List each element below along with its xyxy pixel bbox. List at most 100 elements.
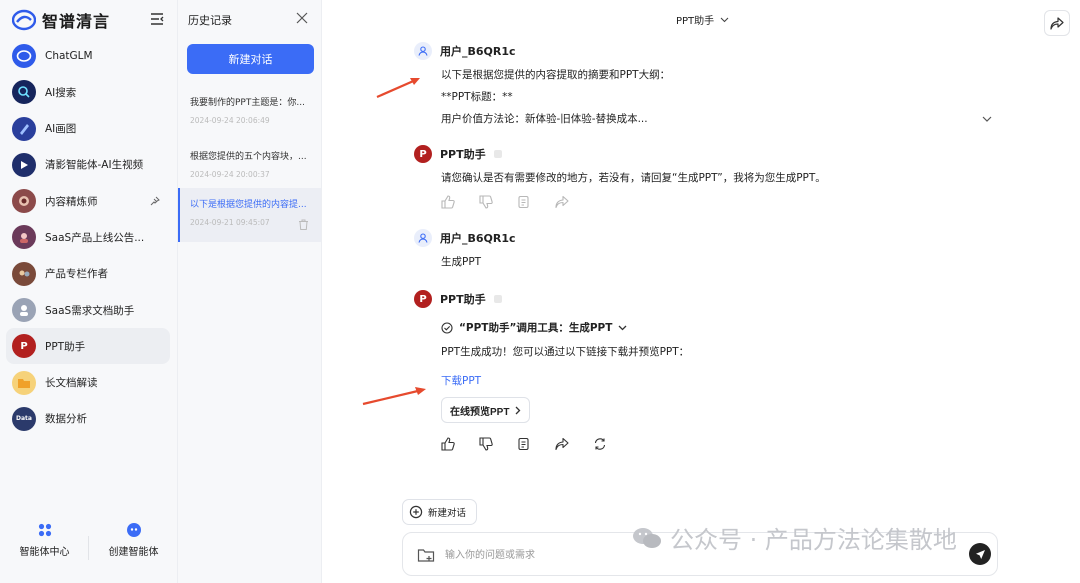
agent-center-label: 智能体中心 xyxy=(19,547,70,558)
thumbs-up-icon[interactable] xyxy=(441,437,455,451)
download-ppt-link[interactable]: 下载PPT xyxy=(441,373,1014,388)
copy-icon[interactable] xyxy=(517,437,531,451)
history-item[interactable]: 我要制作的PPT主题是：你... 2024-09-24 20:06:49 xyxy=(178,86,321,140)
nav-item-ppt-assistant[interactable]: P PPT助手 xyxy=(6,328,170,365)
close-icon[interactable] xyxy=(296,12,308,24)
message-actions xyxy=(441,195,1014,209)
ai-search-avatar-icon xyxy=(12,80,36,105)
preview-ppt-label: 在线预览PPT xyxy=(450,406,510,418)
nav-item-product-columnist[interactable]: 产品专栏作者 xyxy=(6,256,170,292)
sidebar-bottom: 智能体中心 创建智能体 xyxy=(0,522,178,562)
grid-icon xyxy=(38,523,51,537)
send-icon xyxy=(975,549,985,559)
upload-folder-icon[interactable] xyxy=(417,546,435,564)
history-panel: 历史记录 新建对话 我要制作的PPT主题是：你... 2024-09-24 20… xyxy=(178,0,322,583)
annotation-arrow-icon xyxy=(376,77,420,99)
history-item-active[interactable]: 以下是根据您提供的内容提... 2024-09-21 09:45:07 xyxy=(178,188,321,242)
app-root: 智谱清言 ChatGLM AI搜索 AI画图 清影智能体-AI生视频 内容精炼师… xyxy=(0,0,1080,583)
assistant-switcher[interactable]: PPT助手 xyxy=(676,12,729,27)
new-chat-button[interactable]: 新建对话 xyxy=(187,44,314,74)
tool-call-status[interactable]: “PPT助手”调用工具：生成PPT xyxy=(441,320,1014,335)
watermark-text: 公众号 · 产品方法论集散地 xyxy=(670,526,957,554)
user-avatar-icon xyxy=(414,42,432,60)
share-icon xyxy=(1050,16,1064,30)
user-avatar-icon xyxy=(414,229,432,247)
history-item-text: 我要制作的PPT主题是：你... xyxy=(190,98,305,108)
nav-item-ai-draw[interactable]: AI画图 xyxy=(6,111,170,147)
tool-call-text: “PPT助手”调用工具：生成PPT xyxy=(459,322,613,334)
nav-label: AI画图 xyxy=(45,123,77,136)
agent-badge-icon xyxy=(493,150,502,158)
brand-name: 智谱清言 xyxy=(42,12,111,31)
nav-item-ai-search[interactable]: AI搜索 xyxy=(6,74,170,110)
nav-label: ChatGLM xyxy=(45,50,93,62)
thumbs-up-icon[interactable] xyxy=(441,195,455,209)
zhipu-logo-icon xyxy=(12,9,36,31)
chatglm-avatar-icon xyxy=(12,44,36,68)
sender-name: PPT助手 xyxy=(440,148,486,161)
new-conversation-button[interactable]: 新建对话 xyxy=(402,499,478,525)
assistant-message: P PPT助手 “PPT助手”调用工具：生成PPT PPT生成成功！您可以通过以… xyxy=(414,290,1014,451)
chat-main: PPT助手 用户_B6QR1c 以下是根据您提供的内容提取的摘要和PPT大纲： … xyxy=(322,0,1080,583)
new-conversation-label: 新建对话 xyxy=(428,508,467,519)
agent-list: ChatGLM AI搜索 AI画图 清影智能体-AI生视频 内容精炼师 SaaS… xyxy=(6,38,170,437)
nav-label: 数据分析 xyxy=(45,413,87,426)
nav-item-saas-announcement[interactable]: SaaS产品上线公告... xyxy=(6,219,170,255)
share-button[interactable] xyxy=(1044,10,1070,36)
regenerate-icon[interactable] xyxy=(593,437,607,451)
ai-draw-avatar-icon xyxy=(12,116,36,141)
brand[interactable]: 智谱清言 xyxy=(12,8,110,32)
nav-item-saas-requirement-doc[interactable]: SaaS需求文档助手 xyxy=(6,292,170,328)
nav-item-content-refiner[interactable]: 内容精炼师 xyxy=(6,183,170,219)
sender-name: 用户_B6QR1c xyxy=(440,232,516,245)
robot-icon xyxy=(126,523,141,537)
preview-row: 在线预览PPT xyxy=(414,397,1014,423)
ppt-assistant-avatar-icon: P xyxy=(12,334,36,359)
copy-icon[interactable] xyxy=(517,195,531,209)
share-icon[interactable] xyxy=(555,195,569,209)
chat-topbar: PPT助手 xyxy=(322,0,1080,36)
message-body: 请您确认是否有需要修改的地方，若没有，请回复“生成PPT”，我将为您生成PPT。 xyxy=(441,172,826,184)
expand-chevron-icon[interactable] xyxy=(980,112,994,126)
history-item-text: 以下是根据您提供的内容提... xyxy=(190,200,307,210)
divider xyxy=(88,536,89,560)
chevron-down-icon xyxy=(618,325,627,330)
nav-item-chatglm[interactable]: ChatGLM xyxy=(6,38,170,74)
assistant-title: PPT助手 xyxy=(676,16,715,27)
nav-label: PPT助手 xyxy=(45,340,86,353)
ppt-avatar-icon: P xyxy=(414,145,432,163)
user-message: 用户_B6QR1c 生成PPT xyxy=(414,229,1014,273)
message-actions xyxy=(441,437,1014,451)
share-icon[interactable] xyxy=(555,437,569,451)
thumbs-down-icon[interactable] xyxy=(479,195,493,209)
nav-item-data-analysis[interactable]: Data 数据分析 xyxy=(6,401,170,437)
history-item-time: 2024-09-24 20:00:37 xyxy=(190,170,270,179)
thumbs-down-icon[interactable] xyxy=(479,437,493,451)
sender-name: 用户_B6QR1c xyxy=(440,45,516,58)
watermark: 公众号 · 产品方法论集散地 xyxy=(632,520,957,555)
check-circle-icon xyxy=(441,321,453,334)
wechat-icon xyxy=(633,527,661,548)
collapse-sidebar-icon[interactable] xyxy=(150,12,164,26)
ppt-avatar-icon: P xyxy=(414,290,432,308)
product-columnist-avatar-icon xyxy=(12,261,36,286)
long-doc-avatar-icon xyxy=(12,370,36,395)
message-body: 生成PPT xyxy=(441,256,482,268)
agent-center-button[interactable]: 智能体中心 xyxy=(0,522,89,562)
nav-item-long-doc[interactable]: 长文档解读 xyxy=(6,365,170,401)
trash-icon[interactable] xyxy=(298,219,309,230)
preview-ppt-button[interactable]: 在线预览PPT xyxy=(441,397,531,423)
chevron-right-icon xyxy=(515,406,521,414)
pin-icon[interactable] xyxy=(150,196,160,206)
message-line: 以下是根据您提供的内容提取的摘要和PPT大纲： xyxy=(441,69,671,81)
saas-doc-avatar-icon xyxy=(12,298,36,323)
message-body: PPT生成成功！您可以通过以下链接下载并预览PPT： xyxy=(441,346,690,358)
create-agent-label: 创建智能体 xyxy=(108,547,159,558)
nav-item-qingying-video[interactable]: 清影智能体-AI生视频 xyxy=(6,147,170,183)
agent-badge-icon xyxy=(493,295,502,303)
nav-label: 产品专栏作者 xyxy=(45,268,108,281)
send-button[interactable] xyxy=(969,543,991,565)
create-agent-button[interactable]: 创建智能体 xyxy=(89,522,178,562)
history-item-time: 2024-09-24 20:06:49 xyxy=(190,116,270,125)
history-item[interactable]: 根据您提供的五个内容块，... 2024-09-24 20:00:37 xyxy=(178,140,321,194)
